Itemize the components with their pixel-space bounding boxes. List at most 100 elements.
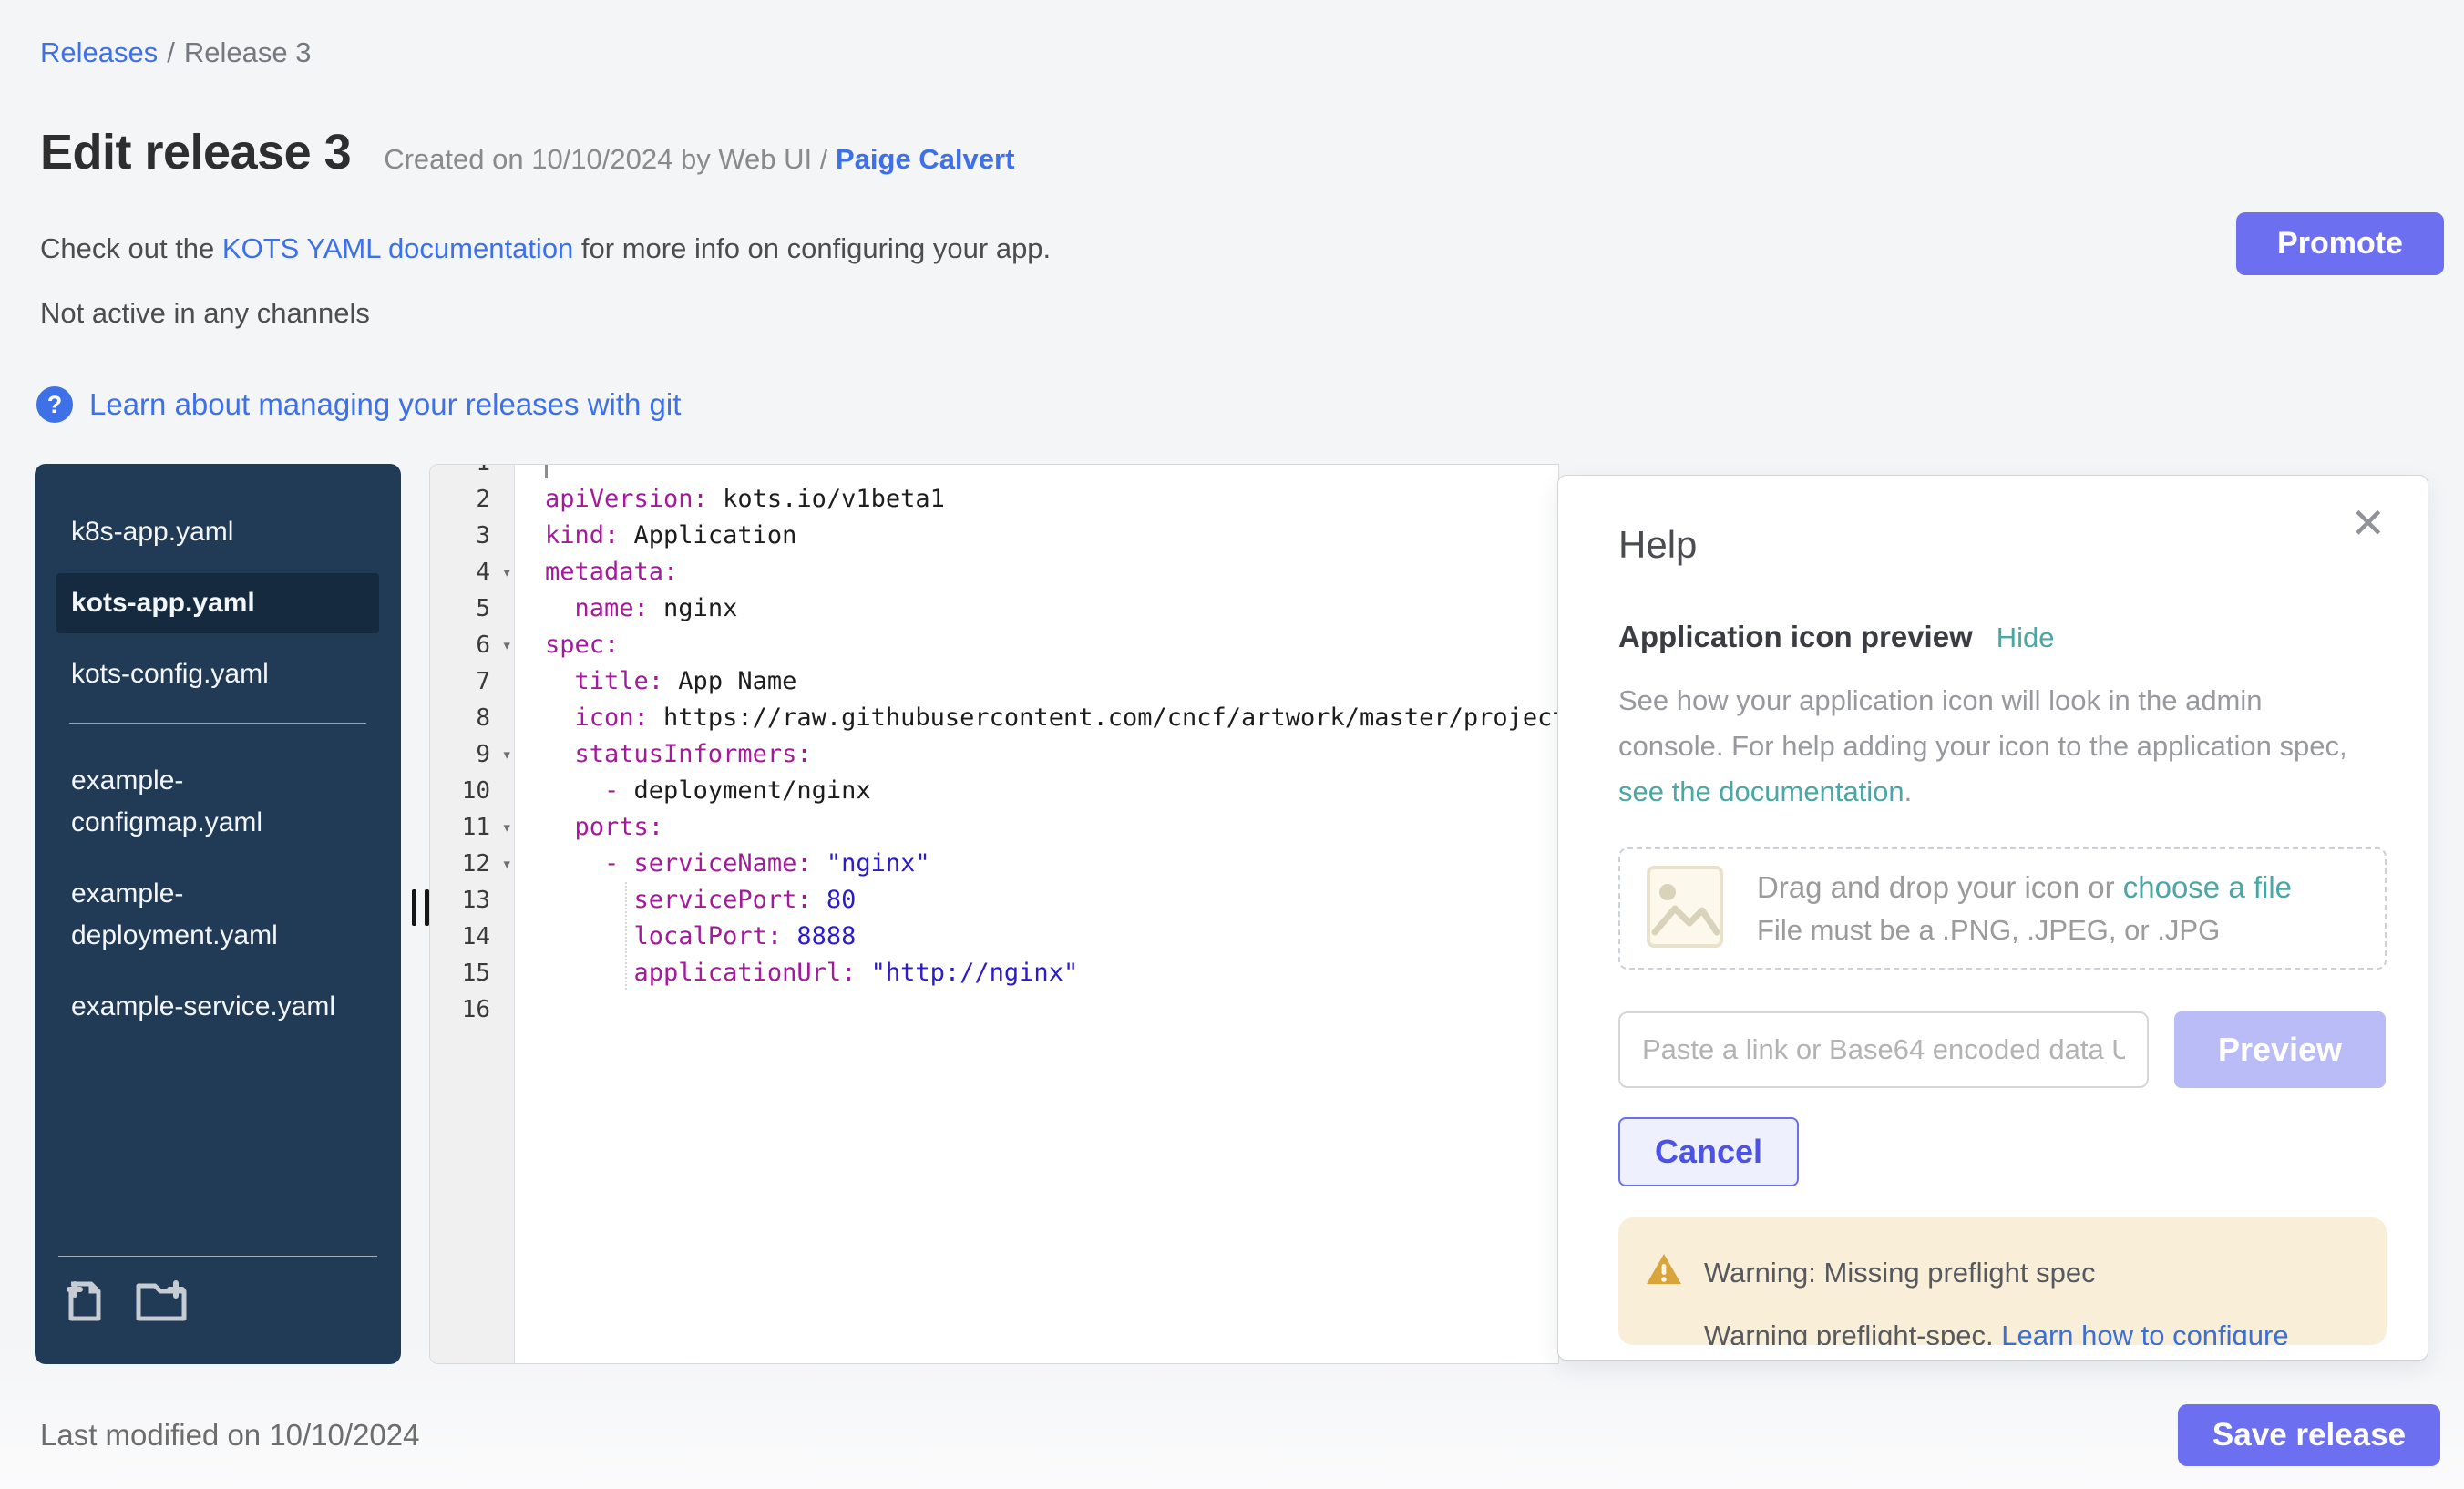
file-item[interactable]: example-service.yaml: [56, 977, 379, 1037]
line-number: 2: [430, 481, 514, 518]
code-line[interactable]: 14 localPort: 8888: [430, 919, 1558, 955]
code-text: ports:: [514, 809, 1558, 846]
fold-caret-icon[interactable]: ▾: [502, 736, 512, 773]
code-text: apiVersion: kots.io/v1beta1: [514, 481, 1558, 518]
code-line[interactable]: 2apiVersion: kots.io/v1beta1: [430, 481, 1558, 518]
resize-handle-left[interactable]: [412, 889, 429, 926]
line-number: 14: [430, 919, 514, 955]
save-release-button[interactable]: Save release: [2178, 1404, 2440, 1466]
file-item[interactable]: kots-app.yaml: [56, 573, 379, 633]
code-text: localPort: 8888: [514, 919, 1558, 955]
line-number: 16: [430, 991, 514, 1028]
code-text: servicePort: 80: [514, 882, 1558, 919]
breadcrumb: Releases/Release 3: [40, 36, 311, 69]
code-text: metadata:: [514, 554, 1558, 590]
fold-caret-icon[interactable]: ▾: [502, 809, 512, 846]
line-number: 9▾: [430, 736, 514, 773]
line-number: 15: [430, 955, 514, 991]
code-line[interactable]: 16: [430, 991, 1558, 1028]
choose-file-link[interactable]: choose a file: [2123, 870, 2292, 904]
yaml-editor[interactable]: 1---2apiVersion: kots.io/v1beta13kind: A…: [429, 464, 1559, 1364]
edit-release-page: Releases/Release 3 Edit release 3 Create…: [0, 0, 2464, 1489]
new-folder-icon[interactable]: [133, 1277, 190, 1324]
icon-url-input[interactable]: [1618, 1011, 2149, 1088]
file-item[interactable]: example-deployment.yaml: [56, 864, 379, 966]
file-item[interactable]: k8s-app.yaml: [56, 502, 379, 562]
author-link[interactable]: Paige Calvert: [836, 143, 1014, 175]
code-line[interactable]: 12▾ - serviceName: "nginx": [430, 846, 1558, 882]
help-description-period: .: [1904, 775, 1913, 807]
text-cursor: [545, 464, 548, 478]
warning-banner: Warning: Missing preflight spec Warning …: [1618, 1217, 2387, 1345]
code-text: spec:: [514, 627, 1558, 663]
line-number: 8: [430, 700, 514, 736]
code-line[interactable]: 1---: [430, 464, 1558, 481]
page-title: Edit release 3: [40, 124, 351, 180]
question-circle-icon: ?: [36, 386, 73, 423]
promote-button[interactable]: Promote: [2236, 212, 2444, 275]
last-modified: Last modified on 10/10/2024: [40, 1418, 419, 1453]
code-line[interactable]: 6▾spec:: [430, 627, 1558, 663]
breadcrumb-releases-link[interactable]: Releases: [40, 36, 158, 68]
code-text: - serviceName: "nginx": [514, 846, 1558, 882]
created-meta-text: Created on 10/10/2024 by Web UI /: [384, 143, 827, 175]
file-item[interactable]: example-configmap.yaml: [56, 751, 379, 853]
code-text: [514, 991, 1558, 1028]
hide-link[interactable]: Hide: [1997, 621, 2055, 654]
see-documentation-link[interactable]: see the documentation: [1618, 775, 1904, 807]
line-number: 5: [430, 590, 514, 627]
fold-caret-icon[interactable]: ▾: [502, 846, 512, 882]
docs-line: Check out the KOTS YAML documentation fo…: [40, 232, 1051, 265]
code-line[interactable]: 5 name: nginx: [430, 590, 1558, 627]
fold-caret-icon[interactable]: ▾: [502, 554, 512, 590]
cancel-button[interactable]: Cancel: [1618, 1117, 1799, 1186]
code-line[interactable]: 9▾ statusInformers:: [430, 736, 1558, 773]
kots-docs-link[interactable]: KOTS YAML documentation: [222, 232, 573, 264]
image-placeholder-icon: [1646, 865, 1724, 953]
warning-icon: [1646, 1252, 1682, 1294]
code-text: title: App Name: [514, 663, 1558, 700]
git-releases-link[interactable]: Learn about managing your releases with …: [89, 387, 681, 422]
line-number: 3: [430, 518, 514, 554]
code-line[interactable]: 11▾ ports:: [430, 809, 1558, 846]
code-line[interactable]: 7 title: App Name: [430, 663, 1558, 700]
code-text: ---: [514, 464, 1558, 481]
warning-body: Warning preflight-spec. Learn how to con…: [1704, 1320, 2359, 1345]
new-file-icon[interactable]: [58, 1277, 106, 1324]
warning-configure-link[interactable]: Learn how to configure: [2001, 1320, 2288, 1345]
preview-button[interactable]: Preview: [2174, 1011, 2386, 1088]
docs-suffix: for more info on configuring your app.: [573, 232, 1051, 264]
help-description-text: See how your application icon will look …: [1618, 684, 2347, 762]
code-line[interactable]: 10 - deployment/nginx: [430, 773, 1558, 809]
code-text: - deployment/nginx: [514, 773, 1558, 809]
code-line[interactable]: 3kind: Application: [430, 518, 1558, 554]
help-title: Help: [1618, 523, 2386, 567]
fold-caret-icon[interactable]: ▾: [502, 627, 512, 663]
code-lines: 1---2apiVersion: kots.io/v1beta13kind: A…: [430, 464, 1558, 1028]
code-text: applicationUrl: "http://nginx": [514, 955, 1558, 991]
code-line[interactable]: 15 applicationUrl: "http://nginx": [430, 955, 1558, 991]
line-number: 1: [430, 464, 514, 481]
icon-preview-title: Application icon preview: [1618, 620, 1973, 654]
help-panel: ✕ Help Application icon preview Hide See…: [1557, 475, 2428, 1361]
code-text: icon: https://raw.githubusercontent.com/…: [514, 700, 1558, 736]
breadcrumb-separator: /: [167, 36, 175, 68]
line-number: 7: [430, 663, 514, 700]
line-number: 4▾: [430, 554, 514, 590]
code-text: statusInformers:: [514, 736, 1558, 773]
docs-prefix: Check out the: [40, 232, 222, 264]
icon-dropzone[interactable]: Drag and drop your icon or choose a file…: [1618, 847, 2387, 970]
git-help-row: ? Learn about managing your releases wit…: [36, 386, 681, 423]
code-line[interactable]: 13 servicePort: 80: [430, 882, 1558, 919]
file-item[interactable]: kots-config.yaml: [56, 644, 379, 704]
code-line[interactable]: 8 icon: https://raw.githubusercontent.co…: [430, 700, 1558, 736]
line-number: 11▾: [430, 809, 514, 846]
code-line[interactable]: 4▾metadata:: [430, 554, 1558, 590]
line-number: 12▾: [430, 846, 514, 882]
file-list: k8s-app.yaml kots-app.yaml kots-config.yam…: [35, 464, 401, 1037]
sidebar-footer: [58, 1256, 377, 1324]
dropzone-note: File must be a .PNG, .JPEG, or .JPG: [1757, 914, 2292, 947]
dropzone-text: Drag and drop your icon or choose a file: [1757, 870, 2292, 905]
created-meta: Created on 10/10/2024 by Web UI / Paige …: [384, 143, 1014, 176]
file-tree-sidebar: k8s-app.yaml kots-app.yaml kots-config.yam…: [35, 464, 401, 1364]
